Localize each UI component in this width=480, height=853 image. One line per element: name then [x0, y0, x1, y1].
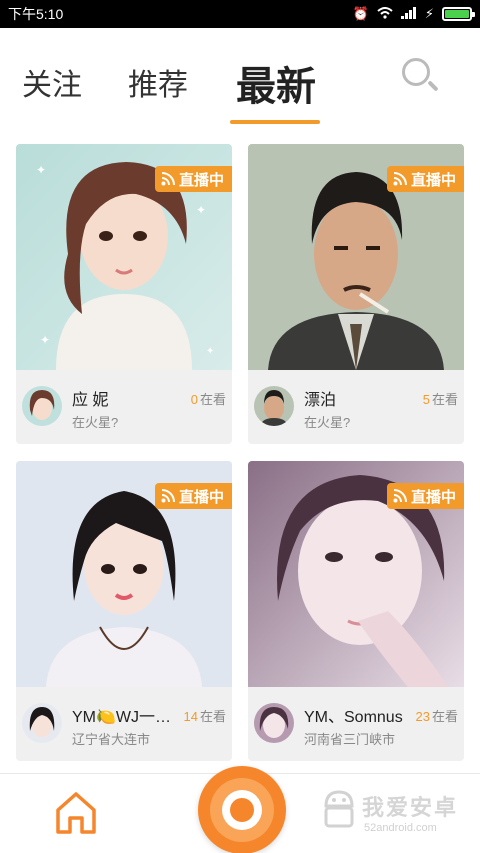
live-badge-label: 直播中 — [410, 171, 456, 189]
svg-text:✦: ✦ — [196, 203, 206, 217]
live-card[interactable]: ✦ ✦ ✦ ✦ 直播中 应 妮 0 在看 在火星? — [16, 144, 232, 444]
card-info: YM🍋WJ一只... 14 在看 辽宁省大连市 — [16, 687, 232, 761]
live-badge: 直播中 — [154, 166, 232, 192]
viewer-number: 5 — [422, 392, 430, 407]
live-badge-label: 直播中 — [178, 171, 224, 189]
viewer-count: 23 在看 — [416, 706, 458, 725]
viewer-label: 在看 — [199, 392, 226, 407]
viewer-label: 在看 — [431, 709, 458, 724]
viewer-number: 14 — [183, 709, 198, 724]
streamer-name: YM🍋WJ一只... — [72, 709, 184, 726]
viewer-label: 在看 — [431, 392, 458, 407]
tab-recommend[interactable]: 推荐 — [128, 60, 188, 104]
tab-latest[interactable]: 最新 — [236, 54, 316, 112]
streamer-location: 在火星? — [72, 415, 119, 430]
card-info: 应 妮 0 在看 在火星? — [16, 370, 232, 444]
rss-icon — [393, 172, 407, 186]
start-live-button[interactable] — [198, 766, 286, 853]
rss-icon — [161, 172, 175, 186]
card-info: 漂泊 5 在看 在火星? — [248, 370, 464, 444]
avatar[interactable] — [22, 386, 62, 426]
status-icons: ⏰ ⚡ — [352, 6, 475, 22]
search-button[interactable] — [400, 56, 440, 96]
svg-text:✦: ✦ — [206, 346, 214, 357]
viewer-number: 23 — [415, 709, 430, 724]
live-badge: 直播中 — [386, 483, 464, 509]
watermark-text: 我爱安卓 — [362, 795, 459, 820]
live-badge: 直播中 — [386, 166, 464, 192]
streamer-location: 河南省三门峡市 — [304, 732, 396, 747]
live-card[interactable]: 直播中 YM、Somnus 23 在看 河南省三门峡市 — [248, 461, 464, 761]
viewer-count: 0 在看 — [191, 389, 226, 408]
rss-icon — [393, 489, 407, 503]
streamer-name: YM、Somnus — [304, 709, 403, 726]
status-bar: 下午5:10 ⏰ ⚡ — [0, 0, 480, 28]
watermark-url: 52android.com — [364, 822, 437, 834]
streamer-name: 应 妮 — [72, 392, 109, 409]
watermark: 我爱安卓 52android.com — [322, 784, 472, 844]
alarm-off-icon: ⏰ — [352, 6, 369, 21]
viewer-number: 0 — [190, 392, 198, 407]
viewer-label: 在看 — [199, 709, 226, 724]
streamer-location: 辽宁省大连市 — [72, 732, 151, 747]
svg-text:✦: ✦ — [40, 333, 50, 347]
streamer-location: 在火星? — [304, 415, 351, 430]
tab-follow[interactable]: 关注 — [22, 60, 82, 104]
charging-icon: ⚡ — [424, 6, 434, 21]
top-tabs: 关注 推荐 最新 — [0, 28, 480, 128]
battery-icon — [442, 7, 475, 21]
wifi-icon — [377, 6, 393, 22]
viewer-count: 5 在看 — [423, 389, 458, 408]
live-badge-label: 直播中 — [410, 488, 456, 506]
avatar[interactable] — [254, 386, 294, 426]
card-info: YM、Somnus 23 在看 河南省三门峡市 — [248, 687, 464, 761]
live-card[interactable]: 直播中 漂泊 5 在看 在火星? — [248, 144, 464, 444]
home-button[interactable] — [54, 790, 98, 836]
streamer-name: 漂泊 — [304, 392, 337, 409]
signal-icon — [400, 6, 417, 22]
avatar[interactable] — [254, 703, 294, 743]
avatar[interactable] — [22, 703, 62, 743]
rss-icon — [161, 489, 175, 503]
status-time: 下午5:10 — [8, 6, 64, 22]
live-badge: 直播中 — [154, 483, 232, 509]
svg-text:✦: ✦ — [36, 163, 46, 177]
viewer-count: 14 在看 — [184, 706, 226, 725]
active-tab-indicator — [230, 120, 320, 124]
bottom-nav: 我爱安卓 52android.com — [0, 766, 480, 853]
home-icon — [54, 792, 98, 840]
live-badge-label: 直播中 — [178, 488, 224, 506]
live-card[interactable]: 直播中 YM🍋WJ一只... 14 在看 辽宁省大连市 — [16, 461, 232, 761]
android-robot-icon — [322, 788, 356, 832]
